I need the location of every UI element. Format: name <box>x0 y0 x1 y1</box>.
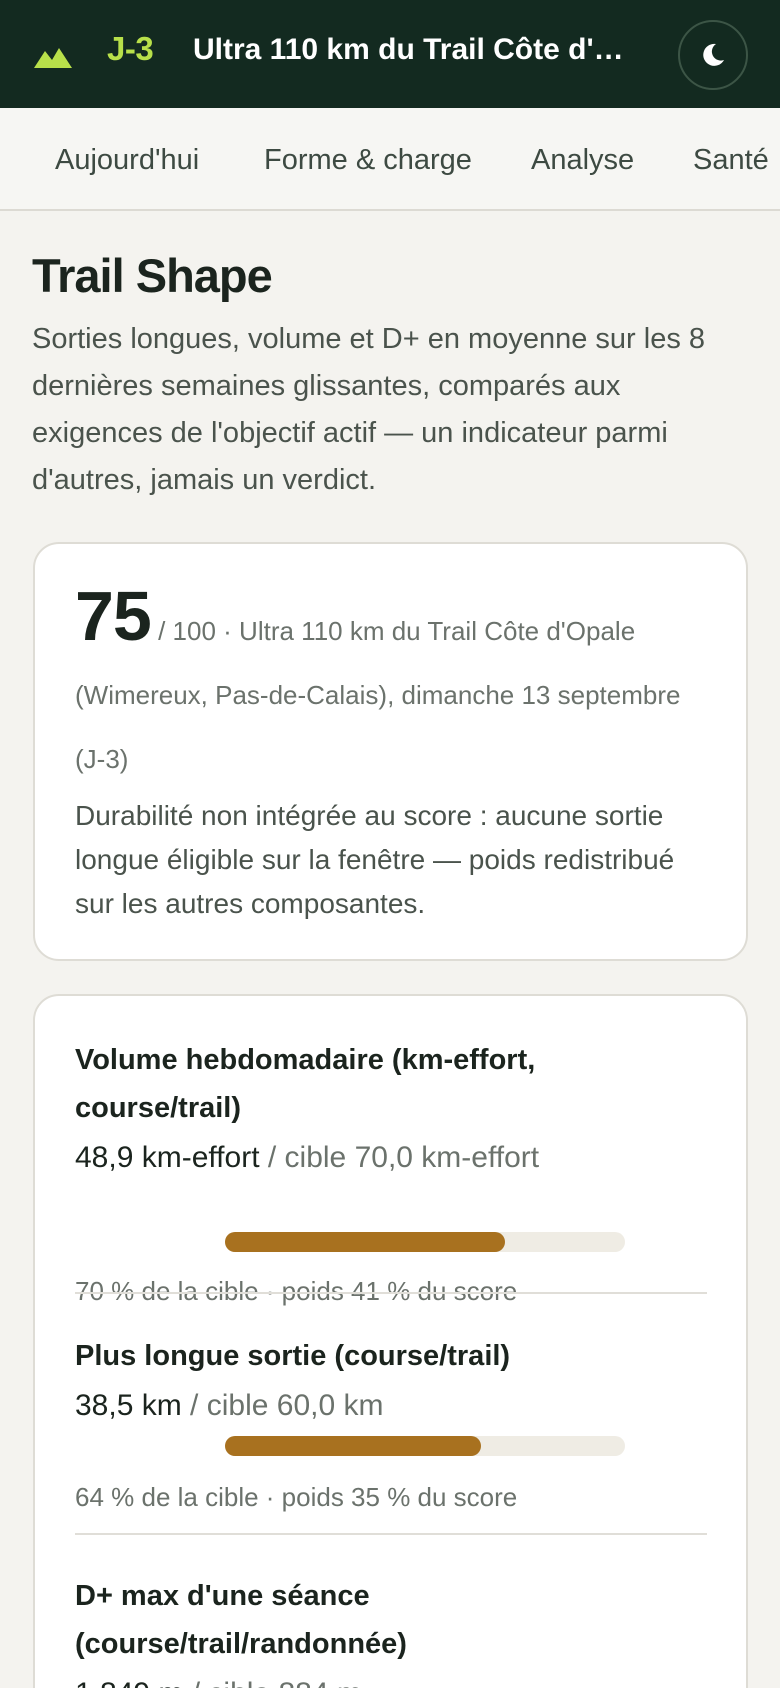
active-goal-title[interactable]: Ultra 110 km du Trail Côte d'Opale <box>193 33 631 67</box>
theme-toggle-button[interactable] <box>678 20 748 90</box>
metric-values: 48,9 km‑effort / cible 70,0 km‑effort <box>75 1136 707 1180</box>
divider <box>75 1533 707 1535</box>
progress-bar <box>225 1436 625 1456</box>
metric-values: 1 849 m / cible 884 m <box>75 1672 707 1688</box>
metric-max-elevation: D+ max d'une séance (course/trail/randon… <box>75 1572 707 1688</box>
metric-value: 38,5 km <box>75 1389 182 1422</box>
top-app-bar: J-3 Ultra 110 km du Trail Côte d'Opale <box>0 0 780 108</box>
page-title: Trail Shape <box>32 249 273 302</box>
metrics-card: Volume hebdomadaire (km-effort, course/t… <box>33 994 748 1688</box>
score-note: Durabilité non intégrée au score : aucun… <box>75 800 675 919</box>
tab-today[interactable]: Aujourd'hui <box>55 144 199 177</box>
metric-label: Plus longue sortie (course/trail) <box>75 1340 511 1372</box>
page-intro: Sorties longues, volume et D+ en moyenne… <box>32 323 706 496</box>
tab-health[interactable]: Santé <box>693 144 769 177</box>
metric-value: 1 849 m <box>75 1677 183 1688</box>
metric-values: 38,5 km / cible 60,0 km <box>75 1384 707 1428</box>
metric-label: D+ max d'une séance (course/trail/randon… <box>75 1580 407 1660</box>
progress-bar-fill <box>225 1232 505 1252</box>
tab-bar: Aujourd'hui Forme & charge Analyse Santé <box>0 108 780 211</box>
moon-icon <box>703 43 724 66</box>
score-summary: 75 / 100 · Ultra 110 km du Trail Côte d'… <box>75 581 715 791</box>
metric-target: / cible 60,0 km <box>181 1389 384 1422</box>
score-value: 75 <box>75 577 152 655</box>
tab-analysis[interactable]: Analyse <box>531 144 634 177</box>
progress-bar <box>225 1232 625 1252</box>
progress-bar-fill <box>225 1436 481 1456</box>
metric-longest-run: Plus longue sortie (course/trail) 38,5 k… <box>75 1332 707 1512</box>
metric-target: / cible 884 m <box>183 1677 362 1688</box>
divider <box>75 1292 707 1294</box>
score-detail: / 100 · Ultra 110 km du Trail Côte d'Opa… <box>75 616 681 774</box>
metric-target: / cible 70,0 km‑effort <box>259 1141 540 1174</box>
score-card: 75 / 100 · Ultra 110 km du Trail Côte d'… <box>33 542 748 961</box>
metric-footer: 64 % de la cible · poids 35 % du score <box>75 1482 518 1512</box>
metric-label: Volume hebdomadaire (km-effort, course/t… <box>75 1044 536 1124</box>
metric-value: 48,9 km‑effort <box>75 1141 260 1174</box>
metric-weekly-volume: Volume hebdomadaire (km-effort, course/t… <box>75 1036 707 1306</box>
mountain-icon <box>34 48 72 68</box>
tab-fitness-load[interactable]: Forme & charge <box>264 144 472 177</box>
race-countdown: J-3 <box>107 30 154 67</box>
